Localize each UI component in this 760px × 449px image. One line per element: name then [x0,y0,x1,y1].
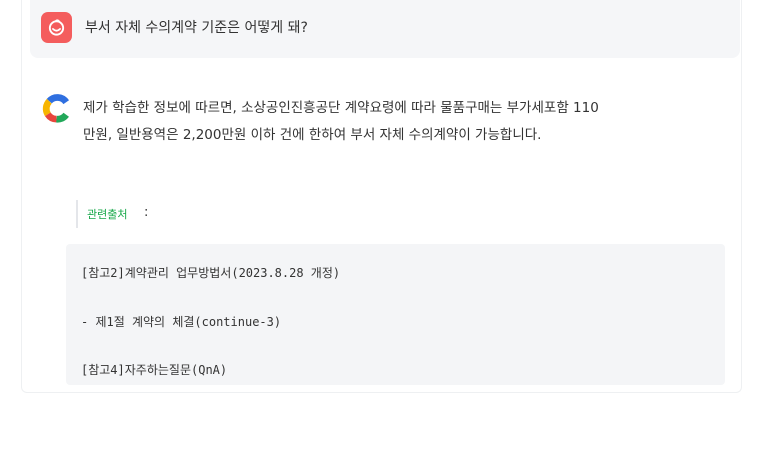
assistant-logo-icon [42,94,70,123]
source-divider [76,200,78,228]
user-question-bubble: 부서 자체 수의계약 기준은 어떻게 돼? [30,0,740,58]
source-item[interactable]: - 제1절 계약의 체결(continue-3) [81,313,281,330]
question-text: 부서 자체 수의계약 기준은 어떻게 돼? [85,20,308,36]
source-label: 관련출처 [87,208,128,221]
assistant-logo [42,93,73,124]
answer-line-1: 제가 학습한 정보에 따르면, 소상공인진흥공단 계약요령에 따라 물품구매는 … [83,100,599,116]
source-item[interactable]: [참고2]계약관리 업무방법서(2023.8.28 개정) [81,264,340,281]
source-list: [참고2]계약관리 업무방법서(2023.8.28 개정) - 제1절 계약의 … [66,244,725,385]
answer-line-2: 만원, 일반용역은 2,200만원 이하 건에 한하여 부서 자체 수의계약이 … [83,127,542,143]
source-item[interactable]: [참고4]자주하는질문(QnA) [81,361,227,378]
chat-page: 부서 자체 수의계약 기준은 어떻게 돼? 제가 학습한 정보에 따르면, 소상… [0,0,760,449]
user-avatar [41,12,72,43]
face-icon [48,19,65,36]
assistant-answer: 제가 학습한 정보에 따르면, 소상공인진흥공단 계약요령에 따라 물품구매는 … [83,95,733,149]
source-colon: : [144,205,149,220]
